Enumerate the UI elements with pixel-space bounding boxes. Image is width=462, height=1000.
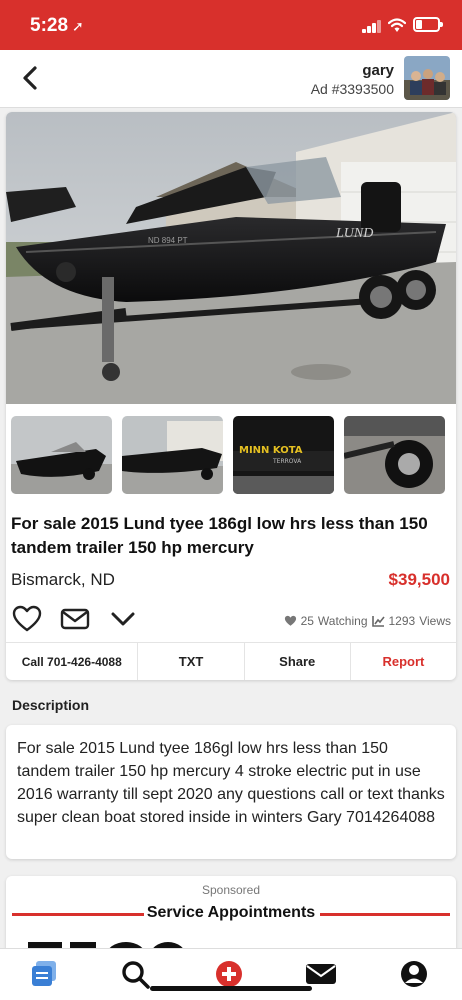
thumbnail-2[interactable]	[122, 416, 223, 494]
tab-listings[interactable]	[24, 957, 64, 991]
messages-tab-icon	[306, 964, 336, 984]
heart-small-icon	[284, 615, 296, 626]
tab-account[interactable]	[394, 957, 434, 991]
thumbnail-1[interactable]	[11, 416, 112, 494]
more-options-button[interactable]	[107, 604, 139, 634]
report-button[interactable]: Report	[351, 643, 456, 680]
search-tab-icon	[122, 961, 150, 989]
wifi-icon	[388, 18, 406, 32]
listings-tab-icon	[32, 961, 56, 986]
watching-label: Watching	[317, 614, 368, 628]
signal-icon	[362, 20, 382, 33]
envelope-icon	[60, 608, 90, 630]
chart-icon	[371, 616, 385, 627]
bottom-tab-bar	[0, 948, 462, 1000]
listing-stats: 25 Watching 1293 Views	[284, 614, 451, 628]
hull-lettering: LUND	[335, 226, 373, 241]
txt-button[interactable]: TXT	[138, 643, 245, 680]
description-heading: Description	[12, 697, 90, 713]
ad-title: Service Appointments	[6, 904, 456, 922]
share-button[interactable]: Share	[245, 643, 351, 680]
seller-name: gary	[362, 62, 394, 79]
sponsored-label: Sponsored	[201, 883, 261, 897]
listing-header: gary Ad #3393500	[0, 50, 462, 108]
status-bar: 5:28 ➚	[0, 0, 462, 50]
views-count: 1293	[388, 614, 416, 628]
ad-title-text: Service Appointments	[143, 904, 319, 921]
listing-location: Bismarck, ND	[11, 570, 115, 589]
heart-icon	[12, 605, 42, 632]
battery-icon	[413, 17, 443, 32]
home-indicator	[150, 986, 312, 991]
back-arrow-icon	[23, 66, 37, 90]
seller-avatar[interactable]	[404, 56, 450, 100]
motor-brand-text: MINN KOTA	[239, 445, 303, 456]
listing-actions: 25 Watching 1293 Views	[11, 602, 451, 636]
location-arrow-icon: ➚	[72, 18, 84, 34]
post-tab-icon	[216, 961, 242, 987]
favorite-button[interactable]	[11, 604, 43, 634]
listing-title: For sale 2015 Lund tyee 186gl low hrs le…	[11, 514, 428, 557]
call-button[interactable]: Call 701-426-4088	[6, 643, 139, 680]
ad-number: Ad #3393500	[310, 81, 394, 97]
thumbnail-3[interactable]: MINN KOTA TERROVA	[233, 416, 334, 494]
main-photo[interactable]: LUND ND 894 PT	[6, 112, 456, 404]
back-button[interactable]	[12, 60, 48, 96]
sponsored-ad[interactable]: Sponsored Service Appointments	[6, 876, 456, 956]
listing-card: LUND ND 894 PT MINN KOTA TERROVA For sale…	[6, 112, 456, 680]
message-seller-button[interactable]	[59, 604, 91, 634]
description-text: For sale 2015 Lund tyee 186gl low hrs le…	[6, 725, 456, 859]
account-tab-icon	[401, 961, 427, 987]
listing-price: $39,500	[388, 570, 450, 589]
status-time: 5:28 ➚	[30, 15, 84, 37]
watching-count: 25	[300, 614, 314, 628]
photo-thumbnails: MINN KOTA TERROVA	[11, 416, 451, 496]
registration-number: ND 894 PT	[148, 236, 188, 245]
motor-model-text: TERROVA	[272, 458, 302, 465]
seller-info[interactable]: gary Ad #3393500	[311, 62, 394, 97]
thumbnail-4[interactable]	[344, 416, 445, 494]
views-label: Views	[419, 614, 451, 628]
clock: 5:28	[30, 15, 69, 36]
chevron-down-icon	[111, 612, 135, 626]
contact-buttons: Call 701-426-4088 TXT Share Report	[6, 642, 456, 680]
